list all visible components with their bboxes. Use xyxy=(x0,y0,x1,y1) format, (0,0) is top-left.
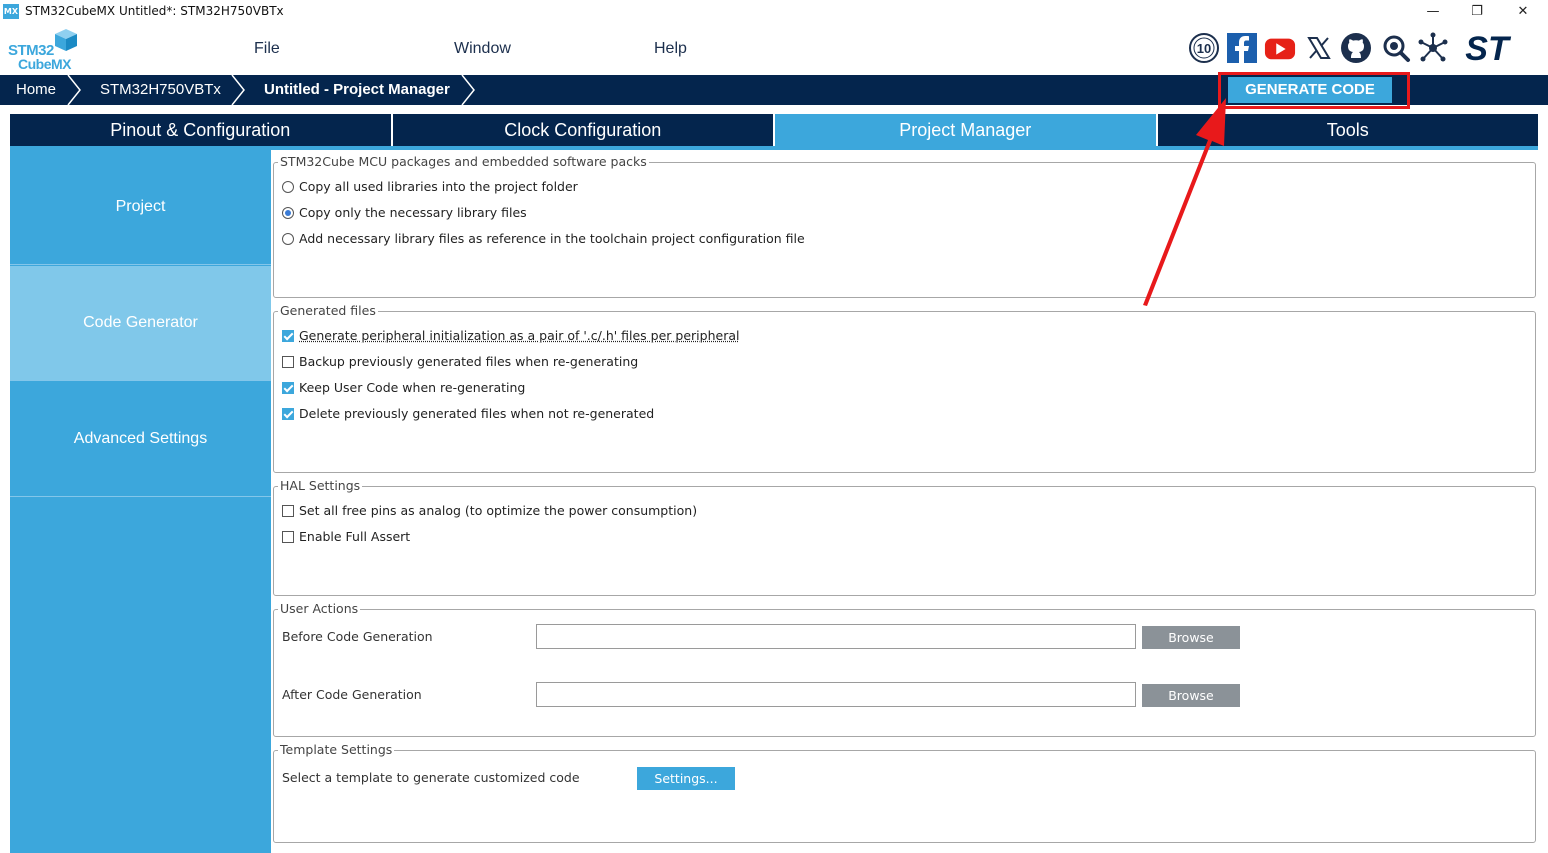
generated-option-pair-files[interactable]: Generate peripheral initialization as a … xyxy=(282,328,739,343)
checkbox-checked[interactable] xyxy=(282,381,294,394)
community-search-icon[interactable] xyxy=(1380,32,1412,64)
sidenav-item-project[interactable]: Project xyxy=(10,150,271,265)
stm32cubemx-logo: STM32 CubeMX xyxy=(8,28,80,72)
generated-files-group-title: Generated files xyxy=(278,303,378,318)
before-code-generation-input[interactable] xyxy=(536,624,1136,649)
template-settings-button[interactable]: Settings... xyxy=(637,767,735,790)
radio-button-selected[interactable] xyxy=(282,206,294,219)
checkbox-checked[interactable] xyxy=(282,407,294,420)
before-code-generation-label: Before Code Generation xyxy=(282,629,433,644)
generated-files-group: Generated files Generate peripheral init… xyxy=(273,303,1536,473)
after-browse-button[interactable]: Browse xyxy=(1142,684,1240,707)
facebook-icon[interactable] xyxy=(1226,32,1258,64)
checkbox[interactable] xyxy=(282,504,294,517)
chevron-right-icon xyxy=(461,75,475,105)
option-label: Copy only the necessary library files xyxy=(299,205,527,220)
generated-option-delete-previous[interactable]: Delete previously generated files when n… xyxy=(282,406,654,421)
app-icon: MX xyxy=(3,4,19,19)
svg-text:10: 10 xyxy=(1197,41,1211,56)
option-label: Enable Full Assert xyxy=(299,529,411,544)
breadcrumb-current-page: Untitled - Project Manager xyxy=(264,81,450,98)
github-icon[interactable] xyxy=(1340,32,1372,64)
hal-option-free-pins-analog[interactable]: Set all free pins as analog (to optimize… xyxy=(282,503,697,518)
before-browse-button[interactable]: Browse xyxy=(1142,626,1240,649)
chevron-right-icon xyxy=(67,75,81,105)
minimize-button[interactable]: — xyxy=(1410,0,1456,23)
template-label: Select a template to generate customized… xyxy=(282,770,580,785)
packs-option-add-reference[interactable]: Add necessary library files as reference… xyxy=(282,231,805,246)
x-icon[interactable] xyxy=(1303,32,1335,64)
network-icon[interactable] xyxy=(1417,32,1449,64)
radio-button[interactable] xyxy=(282,180,294,193)
option-label: Delete previously generated files when n… xyxy=(299,406,655,421)
option-label: Keep User Code when re-generating xyxy=(299,380,526,395)
generated-option-backup[interactable]: Backup previously generated files when r… xyxy=(282,354,638,369)
st-logo-icon[interactable]: ST xyxy=(1456,32,1518,64)
restore-button[interactable]: ❐ xyxy=(1454,0,1500,23)
tab-project-manager[interactable]: Project Manager xyxy=(775,114,1158,146)
option-label: Copy all used libraries into the project… xyxy=(299,179,578,194)
hal-option-full-assert[interactable]: Enable Full Assert xyxy=(282,529,410,544)
breadcrumb-device[interactable]: STM32H750VBTx xyxy=(100,75,221,105)
cube-icon xyxy=(55,29,77,51)
chevron-right-icon xyxy=(231,75,245,105)
hal-settings-group-title: HAL Settings xyxy=(278,478,363,493)
title-bar: MX STM32CubeMX Untitled*: STM32H750VBTx … xyxy=(0,0,1548,23)
template-settings-group: Template Settings Select a template to g… xyxy=(273,742,1536,843)
packs-option-copy-all[interactable]: Copy all used libraries into the project… xyxy=(282,179,578,194)
radio-button[interactable] xyxy=(282,232,294,245)
packs-group: STM32Cube MCU packages and embedded soft… xyxy=(273,154,1536,298)
checkbox-checked[interactable] xyxy=(282,329,294,342)
tab-clock-configuration[interactable]: Clock Configuration xyxy=(392,114,775,146)
generated-option-keep-user-code[interactable]: Keep User Code when re-generating xyxy=(282,380,525,395)
anniversary-10-icon[interactable]: 10 xyxy=(1188,32,1220,64)
after-code-generation-input[interactable] xyxy=(536,682,1136,707)
close-button[interactable]: ✕ xyxy=(1500,0,1546,23)
tab-pinout-configuration[interactable]: Pinout & Configuration xyxy=(10,114,393,146)
tab-tools[interactable]: Tools xyxy=(1157,114,1538,146)
packs-option-copy-necessary[interactable]: Copy only the necessary library files xyxy=(282,205,527,220)
main-tabs: Pinout & Configuration Clock Configurati… xyxy=(10,114,1538,148)
breadcrumb-home[interactable]: Home xyxy=(16,75,56,105)
youtube-icon[interactable] xyxy=(1264,32,1296,64)
logo-text-cubemx: CubeMX xyxy=(18,56,72,72)
option-label: Set all free pins as analog (to optimize… xyxy=(299,503,698,518)
hal-settings-group: HAL Settings Set all free pins as analog… xyxy=(273,478,1536,596)
generate-code-button[interactable]: GENERATE CODE xyxy=(1228,77,1392,103)
option-label: Backup previously generated files when r… xyxy=(299,354,639,369)
sidenav-item-code-generator[interactable]: Code Generator xyxy=(10,266,271,381)
sidenav: Project Code Generator Advanced Settings xyxy=(10,150,271,853)
after-code-generation-label: After Code Generation xyxy=(282,687,422,702)
packs-group-title: STM32Cube MCU packages and embedded soft… xyxy=(278,154,649,169)
menu-help[interactable]: Help xyxy=(654,40,687,58)
checkbox[interactable] xyxy=(282,355,294,368)
user-actions-group-title: User Actions xyxy=(278,601,361,616)
svg-text:ST: ST xyxy=(1465,32,1512,64)
template-settings-group-title: Template Settings xyxy=(278,742,395,757)
window-title: STM32CubeMX Untitled*: STM32H750VBTx xyxy=(25,4,284,18)
user-actions-group: User Actions Before Code Generation Brow… xyxy=(273,601,1536,737)
sidenav-item-advanced-settings[interactable]: Advanced Settings xyxy=(10,382,271,497)
menu-window[interactable]: Window xyxy=(454,40,511,58)
checkbox[interactable] xyxy=(282,530,294,543)
option-label: Generate peripheral initialization as a … xyxy=(299,328,740,343)
menu-file[interactable]: File xyxy=(254,40,280,58)
option-label: Add necessary library files as reference… xyxy=(299,231,805,246)
